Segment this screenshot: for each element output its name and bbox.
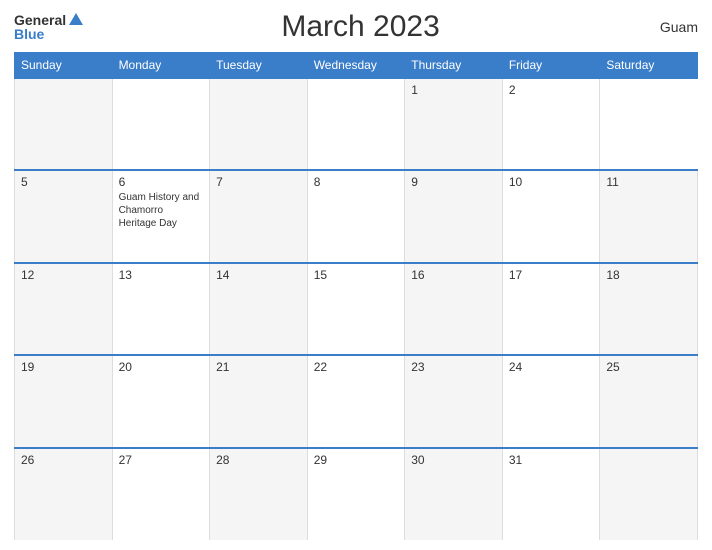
calendar-cell: 30 [405,448,503,540]
month-title: March 2023 [83,10,638,44]
day-number: 1 [411,83,496,97]
calendar-cell: 2 [502,78,600,170]
calendar-cell: 8 [307,170,405,262]
header-monday: Monday [112,53,210,79]
calendar-cell: 26 [15,448,113,540]
empty-cell [15,78,113,170]
country-label: Guam [638,19,698,35]
header-tuesday: Tuesday [210,53,308,79]
day-number: 13 [119,268,204,282]
empty-cell [112,78,210,170]
calendar-cell: 24 [502,355,600,447]
day-number: 28 [216,453,301,467]
logo-triangle-icon [69,13,83,25]
day-number: 24 [509,360,594,374]
header: General Blue March 2023 Guam [14,10,698,44]
day-number: 15 [314,268,399,282]
calendar-cell: 25 [600,355,698,447]
day-number: 7 [216,175,301,189]
day-number: 23 [411,360,496,374]
day-number: 2 [509,83,594,97]
calendar-cell: 15 [307,263,405,355]
day-number: 21 [216,360,301,374]
calendar-cell [307,78,405,170]
calendar-cell: 29 [307,448,405,540]
day-number: 14 [216,268,301,282]
day-number: 16 [411,268,496,282]
calendar-cell: 18 [600,263,698,355]
logo-blue-text: Blue [14,27,44,41]
day-number: 26 [21,453,106,467]
day-number: 30 [411,453,496,467]
day-number: 18 [606,268,691,282]
calendar-week-3: 12 13 14 15 16 17 18 [15,263,698,355]
day-number: 12 [21,268,106,282]
day-number: 29 [314,453,399,467]
calendar-cell: 23 [405,355,503,447]
calendar-cell: 7 [210,170,308,262]
logo-general-text: General [14,13,66,27]
calendar-week-5: 26 27 28 29 30 31 [15,448,698,540]
day-number: 8 [314,175,399,189]
day-number: 11 [606,175,691,189]
calendar-cell: 11 [600,170,698,262]
calendar-week-2: 56 Guam History and Chamorro Heritage Day… [15,170,698,262]
header-wednesday: Wednesday [307,53,405,79]
day-number: 20 [119,360,204,374]
logo: General Blue [14,13,83,41]
calendar-week-4: 19 20 21 22 23 24 25 [15,355,698,447]
day-number: 19 [21,360,106,374]
calendar-cell [210,78,308,170]
header-thursday: Thursday [405,53,503,79]
day-number: 6 [119,175,204,189]
calendar-cell: 1 [405,78,503,170]
calendar-header: Sunday Monday Tuesday Wednesday Thursday… [15,53,698,79]
calendar-cell: 28 [210,448,308,540]
calendar-page: General Blue March 2023 Guam Sunday Mond… [0,0,712,550]
calendar-table: Sunday Monday Tuesday Wednesday Thursday… [14,52,698,540]
calendar-cell: 9 [405,170,503,262]
calendar-cell: 27 [112,448,210,540]
calendar-cell: 31 [502,448,600,540]
day-number: 27 [119,453,204,467]
calendar-cell: 6 Guam History and Chamorro Heritage Day [112,170,210,262]
day-number: 25 [606,360,691,374]
calendar-cell: 20 [112,355,210,447]
calendar-cell: 5 [15,170,113,262]
calendar-event: Guam History and Chamorro Heritage Day [119,191,204,230]
day-number: 22 [314,360,399,374]
calendar-cell: 12 [15,263,113,355]
day-number: 10 [509,175,594,189]
calendar-cell: 17 [502,263,600,355]
calendar-cell: 14 [210,263,308,355]
calendar-cell: 13 [112,263,210,355]
day-number: 17 [509,268,594,282]
weekday-header-row: Sunday Monday Tuesday Wednesday Thursday… [15,53,698,79]
calendar-cell: 22 [307,355,405,447]
day-number: 5 [21,175,106,189]
calendar-cell: 21 [210,355,308,447]
calendar-cell: 10 [502,170,600,262]
header-sunday: Sunday [15,53,113,79]
header-saturday: Saturday [600,53,698,79]
calendar-cell: 19 [15,355,113,447]
day-number: 31 [509,453,594,467]
empty-cell [600,448,698,540]
calendar-body: 1256Guam History and Chamorro Heritage D… [15,78,698,540]
day-number: 9 [411,175,496,189]
header-friday: Friday [502,53,600,79]
calendar-cell: 16 [405,263,503,355]
calendar-week-1: 12 [15,78,698,170]
